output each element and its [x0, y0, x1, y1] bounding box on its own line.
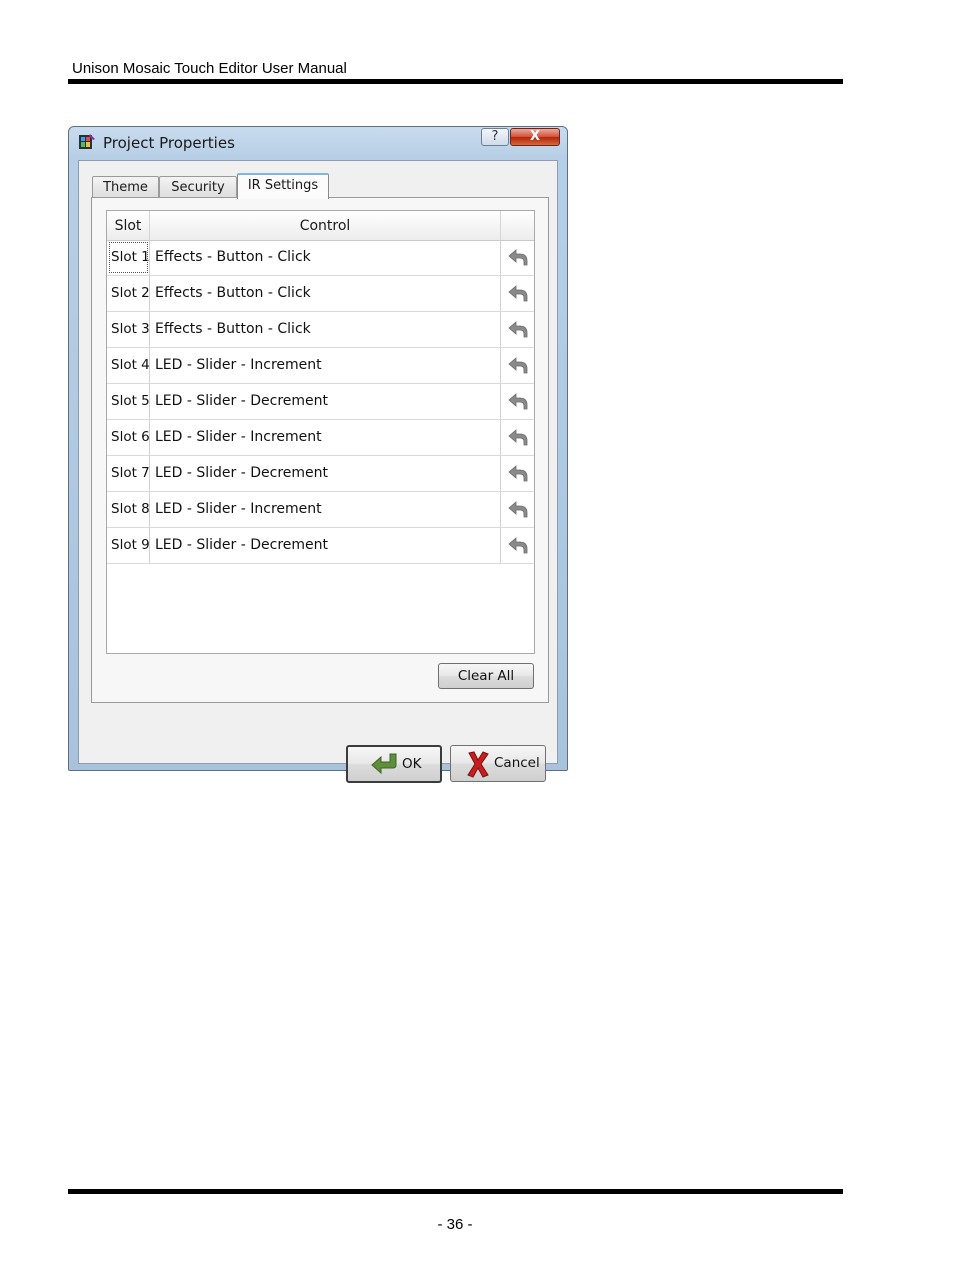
footer-rule — [68, 1189, 843, 1194]
slot-cell[interactable]: Slot 3 — [107, 312, 150, 347]
header-rule — [68, 79, 843, 84]
control-cell[interactable]: LED - Slider - Increment — [150, 420, 501, 455]
ok-label: OK — [402, 756, 422, 772]
table-rows: Slot 1 Effects - Button - Click Slot 2 Effe… — [107, 240, 534, 564]
undo-arrow-icon[interactable] — [501, 240, 534, 275]
cancel-label: Cancel — [494, 755, 540, 771]
table-row[interactable]: Slot 1 Effects - Button - Click — [107, 240, 534, 276]
title-bar[interactable]: Project Properties ? X — [69, 127, 567, 159]
undo-arrow-icon[interactable] — [501, 276, 534, 311]
undo-arrow-icon[interactable] — [501, 456, 534, 491]
control-cell[interactable]: LED - Slider - Decrement — [150, 456, 501, 491]
tab-theme[interactable]: Theme — [92, 176, 159, 198]
control-cell[interactable]: LED - Slider - Increment — [150, 492, 501, 527]
app-icon — [78, 133, 96, 151]
control-cell[interactable]: Effects - Button - Click — [150, 276, 501, 311]
tab-ir-settings[interactable]: IR Settings — [237, 173, 329, 199]
window-title: Project Properties — [103, 134, 235, 152]
table-row[interactable]: Slot 6 LED - Slider - Increment — [107, 420, 534, 456]
document-header: Unison Mosaic Touch Editor User Manual — [72, 60, 347, 77]
table-row[interactable]: Slot 2 Effects - Button - Click — [107, 276, 534, 312]
control-cell[interactable]: Effects - Button - Click — [150, 312, 501, 347]
help-button[interactable]: ? — [481, 128, 509, 146]
undo-arrow-icon[interactable] — [501, 348, 534, 383]
undo-arrow-icon[interactable] — [501, 492, 534, 527]
ok-button[interactable]: OK — [346, 745, 442, 783]
ir-settings-panel: Slot Control Slot 1 Effects - Button - Cl… — [91, 197, 549, 703]
undo-arrow-icon[interactable] — [501, 384, 534, 419]
red-x-icon — [466, 750, 490, 782]
tab-security[interactable]: Security — [159, 176, 237, 198]
dialog-client-area: Theme Security IR Settings Slot Control … — [78, 160, 558, 783]
control-cell[interactable]: LED - Slider - Increment — [150, 348, 501, 383]
cancel-button[interactable]: Cancel — [450, 745, 546, 782]
page-number: - 36 - — [437, 1216, 473, 1233]
slot-cell[interactable]: Slot 7 — [107, 456, 150, 491]
slot-cell[interactable]: Slot 8 — [107, 492, 150, 527]
table-row[interactable]: Slot 7 LED - Slider - Decrement — [107, 456, 534, 492]
table-row[interactable]: Slot 9 LED - Slider - Decrement — [107, 528, 534, 564]
table-row[interactable]: Slot 8 LED - Slider - Increment — [107, 492, 534, 528]
slot-cell[interactable]: Slot 2 — [107, 276, 150, 311]
undo-arrow-icon[interactable] — [501, 528, 534, 563]
table-row[interactable]: Slot 4 LED - Slider - Increment — [107, 348, 534, 384]
undo-arrow-icon[interactable] — [501, 312, 534, 347]
slot-cell[interactable]: Slot 1 — [107, 240, 150, 275]
green-check-arrow-icon — [370, 752, 402, 780]
undo-arrow-icon[interactable] — [501, 420, 534, 455]
close-button[interactable]: X — [510, 128, 560, 146]
control-cell[interactable]: LED - Slider - Decrement — [150, 528, 501, 563]
project-properties-dialog: Project Properties ? X Theme Security IR… — [68, 126, 568, 783]
column-header-slot[interactable]: Slot — [107, 211, 150, 240]
control-cell[interactable]: LED - Slider - Decrement — [150, 384, 501, 419]
column-header-action — [501, 211, 534, 240]
slot-cell[interactable]: Slot 9 — [107, 528, 150, 563]
clear-all-button[interactable]: Clear All — [438, 663, 534, 689]
table-row[interactable]: Slot 5 LED - Slider - Decrement — [107, 384, 534, 420]
column-header-control[interactable]: Control — [150, 211, 501, 240]
control-cell[interactable]: Effects - Button - Click — [150, 240, 501, 275]
ir-slots-table: Slot Control Slot 1 Effects - Button - Cl… — [106, 210, 535, 654]
table-header: Slot Control — [107, 211, 534, 241]
slot-cell[interactable]: Slot 4 — [107, 348, 150, 383]
table-row[interactable]: Slot 3 Effects - Button - Click — [107, 312, 534, 348]
slot-cell[interactable]: Slot 5 — [107, 384, 150, 419]
slot-cell[interactable]: Slot 6 — [107, 420, 150, 455]
